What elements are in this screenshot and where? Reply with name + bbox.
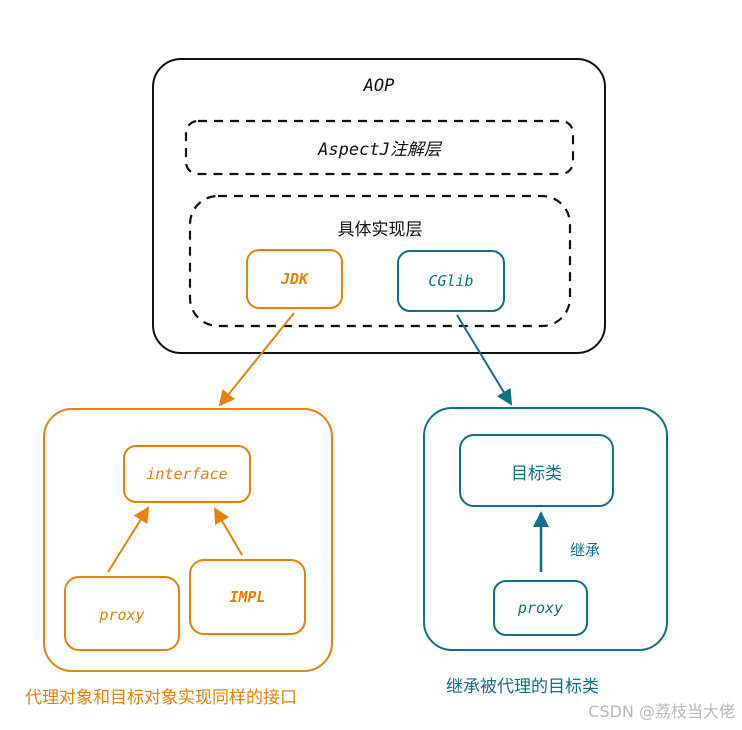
proxy-label-cglib: proxy [517,599,564,617]
impl-to-interface-arrow [213,507,243,556]
inherit-label: 继承 [569,540,600,559]
impl-layer-label: 具体实现层 [337,219,423,240]
cglib-arrow [456,314,513,406]
interface-label: interface [146,465,228,483]
cglib-label: CGlib [428,272,474,290]
proxy-to-interface-arrow [107,506,150,573]
jdk-group-box [43,408,333,672]
jdk-caption: 代理对象和目标对象实现同样的接口 [25,687,297,708]
aspectj-layer-label: AspectJ注解层 [318,139,441,160]
target-class-label: 目标类 [511,463,562,484]
aop-container [152,58,606,354]
impl-label: IMPL [229,588,266,606]
proxy-label-jdk: proxy [99,606,145,624]
aop-title: AOP [363,76,395,96]
jdk-label: JDK [280,270,309,288]
watermark: CSDN @荔枝当大佬 [588,702,735,721]
cglib-caption: 继承被代理的目标类 [446,676,599,697]
